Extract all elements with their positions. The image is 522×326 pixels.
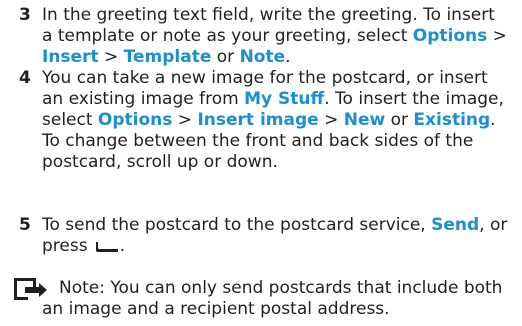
text-run: a template or note as your greeting, sel…: [42, 26, 413, 46]
step-number: 4: [19, 68, 31, 88]
menu-keyword-note: Note: [239, 47, 286, 67]
step-line: Insert > Template or Note.: [42, 47, 517, 68]
step-text: In the greeting text field, write the gr…: [42, 5, 517, 68]
menu-keyword-options: Options: [412, 26, 488, 46]
text-run: To send the postcard to the postcard ser…: [42, 215, 432, 235]
step-line: press .: [42, 236, 517, 257]
text-run: >: [318, 110, 344, 130]
step-line: select Options > Insert image > New or E…: [42, 110, 517, 131]
menu-keyword-existing: Existing: [413, 110, 491, 130]
text-run: To change between the front and back sid…: [42, 131, 474, 151]
text-run: or: [211, 47, 240, 67]
menu-keyword-new: New: [343, 110, 386, 130]
step-number: 5: [19, 215, 31, 235]
manual-page: 3 In the greeting text field, write the …: [0, 0, 522, 326]
text-run: .: [490, 110, 496, 130]
note-line: Note: You can only send postcards that i…: [59, 278, 503, 298]
menu-keyword-send: Send: [431, 215, 480, 235]
text-run: or: [385, 110, 414, 130]
menu-keyword-insert: Insert: [42, 47, 99, 67]
step-number: 3: [19, 5, 31, 25]
step-line: a template or note as your greeting, sel…: [42, 26, 517, 47]
step-line: To send the postcard to the postcard ser…: [42, 215, 517, 236]
step-line: In the greeting text field, write the gr…: [42, 5, 517, 26]
step-line: an existing image from My Stuff. To inse…: [42, 89, 517, 110]
note-line: an image and a recipient postal address.: [42, 299, 390, 319]
call-key-icon: [95, 242, 118, 252]
step-text: You can take a new image for the postcar…: [42, 68, 517, 173]
text-run: You can take a new image for the postcar…: [42, 68, 488, 88]
menu-keyword-template: Template: [123, 47, 212, 67]
menu-keyword-my-stuff: My Stuff: [244, 89, 325, 109]
text-run: postcard, scroll up or down.: [42, 152, 278, 172]
step-line: You can take a new image for the postcar…: [42, 68, 517, 89]
step-text: To send the postcard to the postcard ser…: [42, 215, 517, 257]
text-run: , or: [479, 215, 508, 235]
text-run: an existing image from: [42, 89, 245, 109]
text-run: >: [98, 47, 124, 67]
step-line: postcard, scroll up or down.: [42, 152, 517, 173]
menu-keyword-insert-image: Insert image: [197, 110, 319, 130]
text-run: press: [42, 236, 88, 256]
text-run: >: [487, 26, 507, 46]
text-run: .: [285, 47, 291, 67]
text-run: In the greeting text field, write the gr…: [42, 5, 495, 25]
menu-keyword-options: Options: [97, 110, 173, 130]
step-line: To change between the front and back sid…: [42, 131, 517, 152]
text-run: .: [119, 236, 125, 256]
text-run: . To insert the image,: [324, 89, 504, 109]
text-run: select: [42, 110, 98, 130]
note-text: Note: You can only send postcards that i…: [14, 278, 519, 320]
text-run: >: [172, 110, 198, 130]
